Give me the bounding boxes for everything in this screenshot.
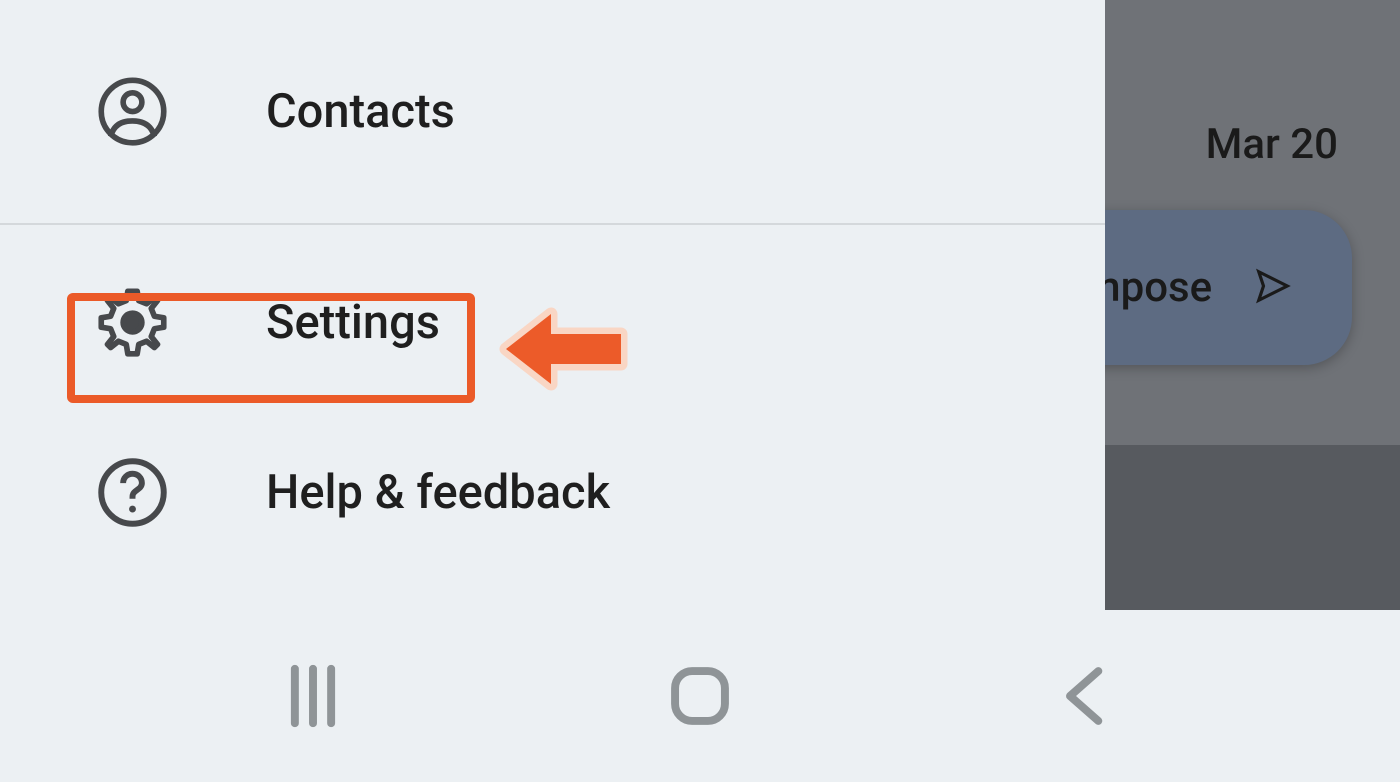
nav-home-button[interactable] [666, 662, 734, 730]
back-icon [1053, 662, 1121, 730]
sidebar-item-help-feedback[interactable]: Help & feedback [0, 400, 1105, 575]
date-label: Mar 20 [1206, 120, 1338, 169]
help-icon [95, 455, 170, 530]
nav-recents-button[interactable] [279, 662, 347, 730]
compose-button-partial[interactable]: mpose [1072, 210, 1352, 365]
person-icon [95, 74, 170, 149]
sidebar-item-contacts[interactable]: Contacts [0, 0, 1105, 225]
sidebar-item-label: Contacts [266, 84, 455, 139]
sidebar-item-label: Settings [266, 295, 440, 350]
android-navbar [0, 610, 1400, 782]
background-overlay: Mar 20 mpose [1105, 0, 1400, 610]
nav-back-button[interactable] [1053, 662, 1121, 730]
sidebar-menu: Contacts Settings Help & feedback [0, 0, 1105, 610]
sidebar-item-label: Help & feedback [266, 465, 610, 520]
sidebar-item-settings[interactable]: Settings [0, 225, 1105, 400]
home-icon [666, 662, 734, 730]
recents-icon [279, 662, 347, 730]
background-dark-panel [1105, 445, 1400, 610]
compose-send-icon [1254, 267, 1292, 309]
gear-icon [95, 285, 170, 360]
